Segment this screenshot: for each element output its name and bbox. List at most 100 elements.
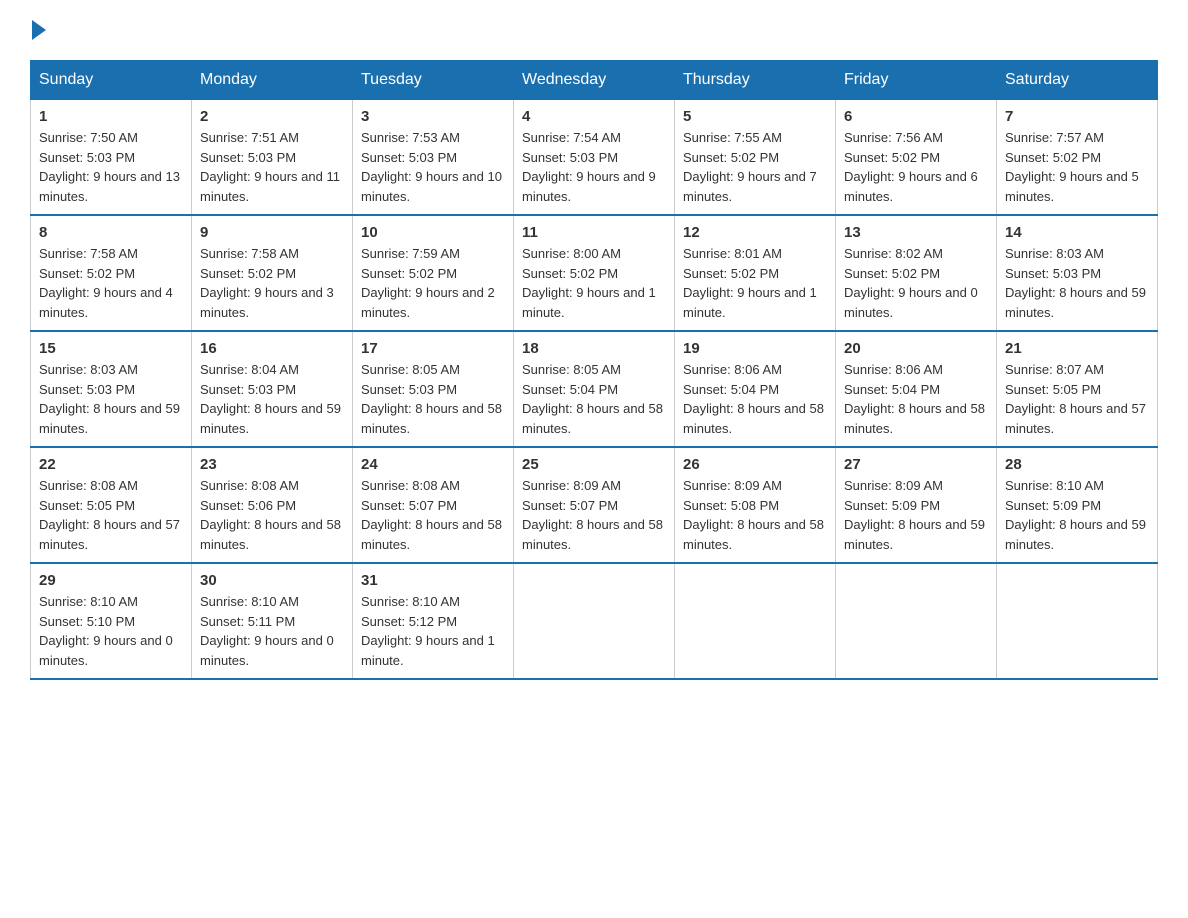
day-info: Sunrise: 7:53 AMSunset: 5:03 PMDaylight:… — [361, 128, 505, 206]
day-number: 5 — [683, 108, 827, 125]
calendar-cell: 22 Sunrise: 8:08 AMSunset: 5:05 PMDaylig… — [31, 447, 192, 563]
day-info: Sunrise: 7:55 AMSunset: 5:02 PMDaylight:… — [683, 128, 827, 206]
calendar-cell: 6 Sunrise: 7:56 AMSunset: 5:02 PMDayligh… — [836, 100, 997, 216]
calendar-cell: 27 Sunrise: 8:09 AMSunset: 5:09 PMDaylig… — [836, 447, 997, 563]
calendar-cell: 7 Sunrise: 7:57 AMSunset: 5:02 PMDayligh… — [997, 100, 1158, 216]
day-info: Sunrise: 8:06 AMSunset: 5:04 PMDaylight:… — [683, 360, 827, 438]
day-info: Sunrise: 8:08 AMSunset: 5:06 PMDaylight:… — [200, 476, 344, 554]
week-row-1: 1 Sunrise: 7:50 AMSunset: 5:03 PMDayligh… — [31, 100, 1158, 216]
day-number: 6 — [844, 108, 988, 125]
calendar-cell: 30 Sunrise: 8:10 AMSunset: 5:11 PMDaylig… — [192, 563, 353, 679]
day-info: Sunrise: 8:03 AMSunset: 5:03 PMDaylight:… — [1005, 244, 1149, 322]
day-number: 21 — [1005, 340, 1149, 357]
week-row-2: 8 Sunrise: 7:58 AMSunset: 5:02 PMDayligh… — [31, 215, 1158, 331]
calendar-cell: 23 Sunrise: 8:08 AMSunset: 5:06 PMDaylig… — [192, 447, 353, 563]
calendar-cell — [836, 563, 997, 679]
day-number: 3 — [361, 108, 505, 125]
day-info: Sunrise: 8:06 AMSunset: 5:04 PMDaylight:… — [844, 360, 988, 438]
calendar-cell: 24 Sunrise: 8:08 AMSunset: 5:07 PMDaylig… — [353, 447, 514, 563]
calendar-cell — [675, 563, 836, 679]
calendar-cell: 13 Sunrise: 8:02 AMSunset: 5:02 PMDaylig… — [836, 215, 997, 331]
day-info: Sunrise: 8:10 AMSunset: 5:12 PMDaylight:… — [361, 592, 505, 670]
day-info: Sunrise: 7:58 AMSunset: 5:02 PMDaylight:… — [200, 244, 344, 322]
day-number: 11 — [522, 224, 666, 241]
day-number: 26 — [683, 456, 827, 473]
week-row-3: 15 Sunrise: 8:03 AMSunset: 5:03 PMDaylig… — [31, 331, 1158, 447]
week-row-4: 22 Sunrise: 8:08 AMSunset: 5:05 PMDaylig… — [31, 447, 1158, 563]
header-day-tuesday: Tuesday — [353, 61, 514, 100]
logo — [30, 20, 50, 40]
day-info: Sunrise: 8:05 AMSunset: 5:04 PMDaylight:… — [522, 360, 666, 438]
day-number: 2 — [200, 108, 344, 125]
day-number: 23 — [200, 456, 344, 473]
day-number: 22 — [39, 456, 183, 473]
calendar-cell: 28 Sunrise: 8:10 AMSunset: 5:09 PMDaylig… — [997, 447, 1158, 563]
day-number: 30 — [200, 572, 344, 589]
day-info: Sunrise: 8:08 AMSunset: 5:07 PMDaylight:… — [361, 476, 505, 554]
calendar-cell: 29 Sunrise: 8:10 AMSunset: 5:10 PMDaylig… — [31, 563, 192, 679]
day-info: Sunrise: 7:58 AMSunset: 5:02 PMDaylight:… — [39, 244, 183, 322]
calendar-cell: 21 Sunrise: 8:07 AMSunset: 5:05 PMDaylig… — [997, 331, 1158, 447]
day-info: Sunrise: 8:10 AMSunset: 5:09 PMDaylight:… — [1005, 476, 1149, 554]
day-number: 13 — [844, 224, 988, 241]
calendar-cell: 26 Sunrise: 8:09 AMSunset: 5:08 PMDaylig… — [675, 447, 836, 563]
header-day-thursday: Thursday — [675, 61, 836, 100]
calendar-cell: 20 Sunrise: 8:06 AMSunset: 5:04 PMDaylig… — [836, 331, 997, 447]
calendar-cell — [997, 563, 1158, 679]
calendar-cell: 16 Sunrise: 8:04 AMSunset: 5:03 PMDaylig… — [192, 331, 353, 447]
day-info: Sunrise: 7:51 AMSunset: 5:03 PMDaylight:… — [200, 128, 344, 206]
calendar-cell: 25 Sunrise: 8:09 AMSunset: 5:07 PMDaylig… — [514, 447, 675, 563]
day-info: Sunrise: 8:01 AMSunset: 5:02 PMDaylight:… — [683, 244, 827, 322]
calendar-cell: 1 Sunrise: 7:50 AMSunset: 5:03 PMDayligh… — [31, 100, 192, 216]
calendar-cell: 19 Sunrise: 8:06 AMSunset: 5:04 PMDaylig… — [675, 331, 836, 447]
day-number: 1 — [39, 108, 183, 125]
day-number: 14 — [1005, 224, 1149, 241]
day-info: Sunrise: 8:04 AMSunset: 5:03 PMDaylight:… — [200, 360, 344, 438]
day-number: 18 — [522, 340, 666, 357]
calendar-body: 1 Sunrise: 7:50 AMSunset: 5:03 PMDayligh… — [31, 100, 1158, 680]
day-number: 20 — [844, 340, 988, 357]
day-info: Sunrise: 8:02 AMSunset: 5:02 PMDaylight:… — [844, 244, 988, 322]
day-info: Sunrise: 8:03 AMSunset: 5:03 PMDaylight:… — [39, 360, 183, 438]
day-info: Sunrise: 8:09 AMSunset: 5:07 PMDaylight:… — [522, 476, 666, 554]
day-info: Sunrise: 8:10 AMSunset: 5:11 PMDaylight:… — [200, 592, 344, 670]
calendar-header: SundayMondayTuesdayWednesdayThursdayFrid… — [31, 61, 1158, 100]
day-info: Sunrise: 7:57 AMSunset: 5:02 PMDaylight:… — [1005, 128, 1149, 206]
logo-blue-part — [30, 20, 50, 40]
day-number: 25 — [522, 456, 666, 473]
day-number: 15 — [39, 340, 183, 357]
day-number: 8 — [39, 224, 183, 241]
calendar-cell: 11 Sunrise: 8:00 AMSunset: 5:02 PMDaylig… — [514, 215, 675, 331]
calendar-cell: 14 Sunrise: 8:03 AMSunset: 5:03 PMDaylig… — [997, 215, 1158, 331]
calendar-cell: 31 Sunrise: 8:10 AMSunset: 5:12 PMDaylig… — [353, 563, 514, 679]
day-number: 10 — [361, 224, 505, 241]
calendar-cell: 9 Sunrise: 7:58 AMSunset: 5:02 PMDayligh… — [192, 215, 353, 331]
calendar-cell: 8 Sunrise: 7:58 AMSunset: 5:02 PMDayligh… — [31, 215, 192, 331]
day-number: 19 — [683, 340, 827, 357]
day-info: Sunrise: 8:10 AMSunset: 5:10 PMDaylight:… — [39, 592, 183, 670]
day-info: Sunrise: 8:00 AMSunset: 5:02 PMDaylight:… — [522, 244, 666, 322]
calendar-cell: 17 Sunrise: 8:05 AMSunset: 5:03 PMDaylig… — [353, 331, 514, 447]
day-info: Sunrise: 8:09 AMSunset: 5:09 PMDaylight:… — [844, 476, 988, 554]
header-day-sunday: Sunday — [31, 61, 192, 100]
logo-arrow-icon — [32, 20, 46, 40]
day-number: 28 — [1005, 456, 1149, 473]
calendar-cell: 2 Sunrise: 7:51 AMSunset: 5:03 PMDayligh… — [192, 100, 353, 216]
day-info: Sunrise: 8:08 AMSunset: 5:05 PMDaylight:… — [39, 476, 183, 554]
header-row: SundayMondayTuesdayWednesdayThursdayFrid… — [31, 61, 1158, 100]
calendar-cell: 3 Sunrise: 7:53 AMSunset: 5:03 PMDayligh… — [353, 100, 514, 216]
day-number: 27 — [844, 456, 988, 473]
day-number: 17 — [361, 340, 505, 357]
day-info: Sunrise: 8:07 AMSunset: 5:05 PMDaylight:… — [1005, 360, 1149, 438]
week-row-5: 29 Sunrise: 8:10 AMSunset: 5:10 PMDaylig… — [31, 563, 1158, 679]
day-info: Sunrise: 7:56 AMSunset: 5:02 PMDaylight:… — [844, 128, 988, 206]
calendar-cell: 4 Sunrise: 7:54 AMSunset: 5:03 PMDayligh… — [514, 100, 675, 216]
day-number: 12 — [683, 224, 827, 241]
calendar-cell: 15 Sunrise: 8:03 AMSunset: 5:03 PMDaylig… — [31, 331, 192, 447]
header-day-saturday: Saturday — [997, 61, 1158, 100]
page-header — [30, 20, 1158, 40]
day-number: 9 — [200, 224, 344, 241]
day-number: 7 — [1005, 108, 1149, 125]
header-day-wednesday: Wednesday — [514, 61, 675, 100]
day-number: 16 — [200, 340, 344, 357]
